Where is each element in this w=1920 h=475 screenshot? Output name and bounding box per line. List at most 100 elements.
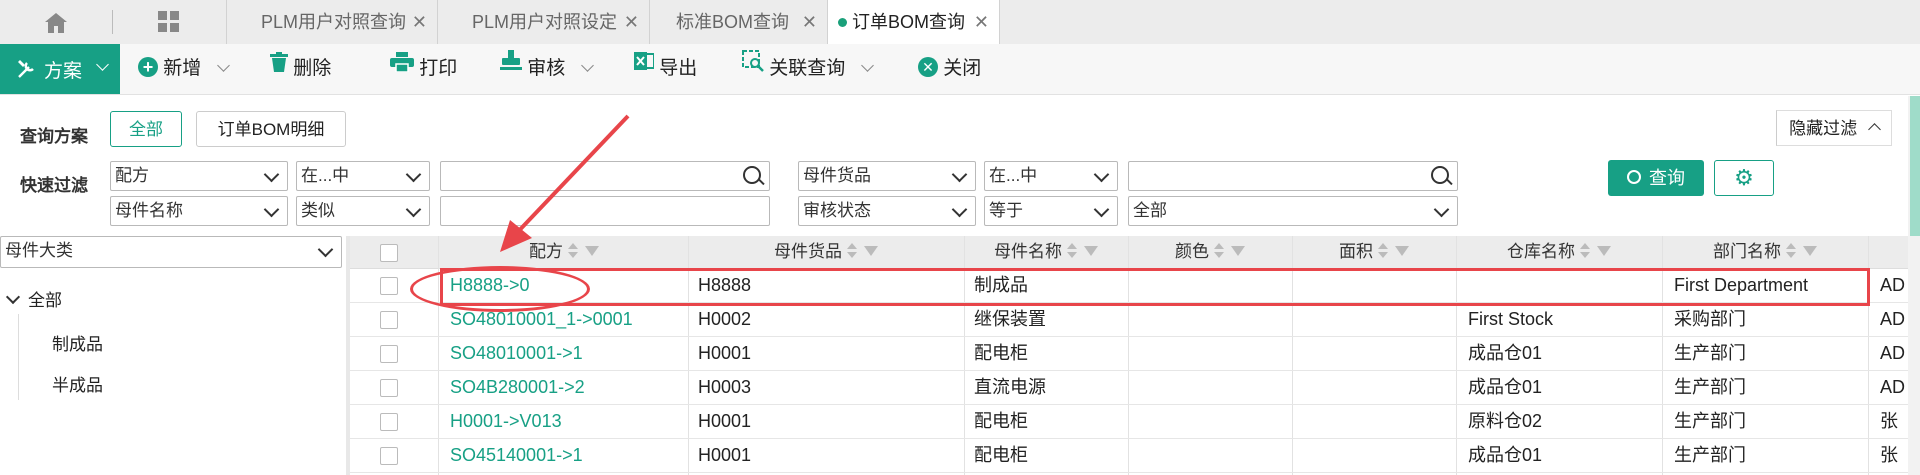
export-button[interactable]: 导出 <box>634 44 697 94</box>
scheme-all-button[interactable]: 全部 <box>110 111 182 147</box>
row-checkbox[interactable] <box>380 447 398 465</box>
filter-icon[interactable] <box>864 246 878 256</box>
add-label: 新增 <box>163 58 202 79</box>
close-icon[interactable]: ✕ <box>974 0 989 44</box>
tab-standard-bom[interactable]: 标准BOM查询 ✕ <box>650 0 828 44</box>
tab-label: PLM用户对照查询 <box>261 12 407 32</box>
category-select[interactable]: 母件大类 <box>0 236 342 268</box>
filter-icon[interactable] <box>1231 246 1245 256</box>
cell-extra: AD <box>1880 377 1906 397</box>
sort-icon[interactable] <box>846 243 858 259</box>
related-search-icon <box>742 42 764 92</box>
print-button[interactable]: 打印 <box>390 44 457 94</box>
row-checkbox[interactable] <box>380 413 398 431</box>
header-label: 母件名称 <box>994 242 1062 261</box>
tab-plm-user-setting[interactable]: PLM用户对照设定 ✕ <box>438 0 650 44</box>
scheme-detail-button[interactable]: 订单BOM明细 <box>196 111 346 147</box>
sort-icon[interactable] <box>1377 243 1389 259</box>
filter-icon[interactable] <box>1395 246 1409 256</box>
chevron-down-icon <box>216 59 230 72</box>
filter-icon[interactable] <box>1803 246 1817 256</box>
close-icon[interactable]: ✕ <box>412 0 427 44</box>
filter-operator-select[interactable]: 等于 <box>984 196 1118 226</box>
audit-button[interactable]: 审核 <box>500 44 594 94</box>
delete-button[interactable]: 删除 <box>270 44 331 94</box>
sort-icon[interactable] <box>1213 243 1225 259</box>
tab-label: 订单BOM查询 <box>852 12 966 32</box>
col-color[interactable]: 颜色 <box>1128 236 1292 268</box>
cell-name: 配电柜 <box>974 445 1028 465</box>
row-checkbox[interactable] <box>380 311 398 329</box>
sort-icon[interactable] <box>1785 243 1797 259</box>
tools-icon <box>16 58 38 86</box>
cell-name: 配电柜 <box>974 411 1028 431</box>
tree-root[interactable]: 全部 <box>5 286 62 310</box>
filter-value-select[interactable]: 全部 <box>1128 196 1458 226</box>
search-icon[interactable] <box>743 166 761 184</box>
table-row[interactable]: SO4B280001->2 H0003 直流电源 成品仓01 生产部门 AD <box>350 370 1920 405</box>
add-button[interactable]: + 新增 <box>138 44 230 94</box>
cell-parent: H0003 <box>698 377 752 397</box>
related-query-button[interactable]: 关联查询 <box>742 42 874 94</box>
row-checkbox[interactable] <box>380 345 398 363</box>
chevron-down-icon <box>1093 166 1110 183</box>
sort-icon[interactable] <box>1066 243 1078 259</box>
query-label: 查询 <box>1649 168 1685 188</box>
filter-operator-select[interactable]: 类似 <box>296 196 430 226</box>
close-icon[interactable]: ✕ <box>624 0 639 44</box>
cell-department: 生产部门 <box>1674 377 1746 397</box>
cell-formula[interactable]: SO45140001->1 <box>450 438 583 472</box>
tab-order-bom[interactable]: 订单BOM查询 ✕ <box>828 0 1000 45</box>
highlight-rectangle <box>440 268 1870 306</box>
grid-icon[interactable] <box>158 11 180 33</box>
query-button[interactable]: 查询 <box>1608 160 1704 196</box>
cell-parent: H0001 <box>698 445 752 465</box>
search-icon[interactable] <box>1431 166 1449 184</box>
filter-field-select[interactable]: 母件名称 <box>110 196 288 226</box>
col-area[interactable]: 面积 <box>1292 236 1456 268</box>
col-parent[interactable]: 母件货品 <box>688 236 964 268</box>
close-button[interactable]: ✕ 关闭 <box>918 44 981 94</box>
table-row[interactable]: SO48010001->1 H0001 配电柜 成品仓01 生产部门 AD <box>350 336 1920 371</box>
settings-button[interactable]: ⚙ <box>1714 160 1774 196</box>
field-value: 母件货品 <box>803 166 871 185</box>
tree-item-semi[interactable]: 半成品 <box>52 371 103 396</box>
select-all-checkbox[interactable] <box>380 244 398 262</box>
filter-icon[interactable] <box>1084 246 1098 256</box>
table-row[interactable]: SO48010001_1->0001 H0002 继保装置 First Stoc… <box>350 302 1920 337</box>
row-checkbox[interactable] <box>380 379 398 397</box>
hide-filter-button[interactable]: 隐藏过滤 <box>1776 110 1892 146</box>
header-label: 部门名称 <box>1713 242 1781 261</box>
sort-icon[interactable] <box>1579 243 1591 259</box>
scheme-label: 查询方案 <box>20 127 88 146</box>
row-checkbox[interactable] <box>380 277 398 295</box>
table-row[interactable]: SO45140001->1 H0001 配电柜 成品仓01 生产部门 张 <box>350 438 1920 473</box>
tab-plm-user-query[interactable]: PLM用户对照查询 ✕ <box>226 0 438 44</box>
hide-filter-label: 隐藏过滤 <box>1789 119 1858 138</box>
chevron-down-icon <box>1433 201 1450 218</box>
cell-extra: AD <box>1880 343 1906 363</box>
scheme-button[interactable]: 方案 <box>0 44 120 94</box>
chevron-down-icon <box>405 201 422 218</box>
home-icon[interactable] <box>44 12 68 34</box>
filter-field-select[interactable]: 配方 <box>110 161 288 191</box>
cell-formula[interactable]: SO48010001->1 <box>450 336 583 370</box>
filter-operator-select[interactable]: 在...中 <box>984 161 1118 191</box>
cell-parent: H0001 <box>698 411 752 431</box>
table-row[interactable]: H0001->V013 H0001 配电柜 原料仓02 生产部门 张 <box>350 404 1920 439</box>
filter-field-select[interactable]: 审核状态 <box>798 196 976 226</box>
col-name[interactable]: 母件名称 <box>964 236 1128 268</box>
filter-value-input[interactable] <box>1128 161 1458 191</box>
header-label: 面积 <box>1339 242 1373 261</box>
cell-formula[interactable]: SO4B280001->2 <box>450 370 585 404</box>
tree-item-finished[interactable]: 制成品 <box>52 330 103 355</box>
filter-icon[interactable] <box>1597 246 1611 256</box>
col-warehouse[interactable]: 仓库名称 <box>1456 236 1662 268</box>
chevron-down-icon[interactable] <box>5 289 21 305</box>
cell-formula[interactable]: H0001->V013 <box>450 404 562 438</box>
filter-operator-select[interactable]: 在...中 <box>296 161 430 191</box>
filter-field-select[interactable]: 母件货品 <box>798 161 976 191</box>
col-department[interactable]: 部门名称 <box>1662 236 1868 268</box>
close-icon[interactable]: ✕ <box>802 0 817 44</box>
chevron-down-icon <box>263 166 280 183</box>
